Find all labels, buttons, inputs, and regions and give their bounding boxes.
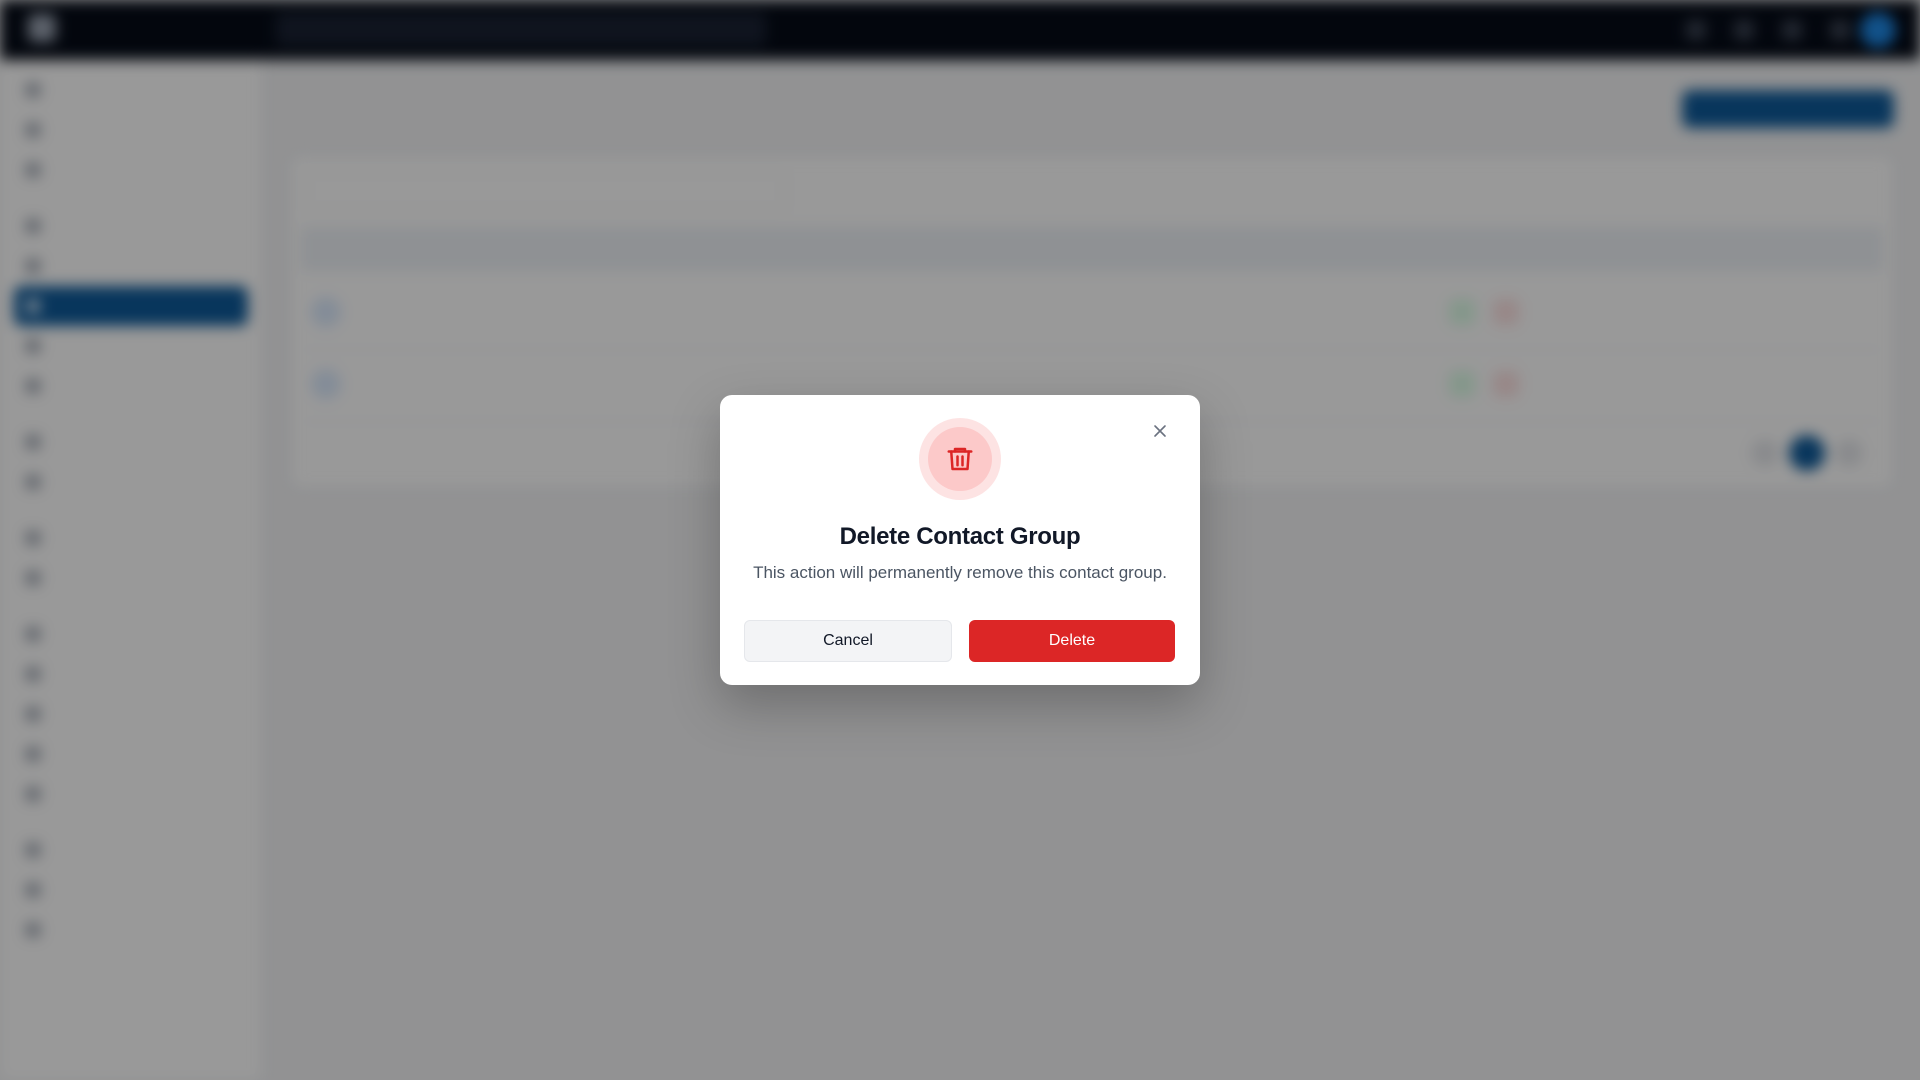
danger-icon-inner-circle xyxy=(928,427,992,491)
delete-confirm-dialog: Delete Contact Group This action will pe… xyxy=(720,395,1200,685)
dialog-title: Delete Contact Group xyxy=(839,523,1081,550)
trash-icon xyxy=(947,447,973,471)
delete-button[interactable]: Delete xyxy=(969,620,1175,662)
danger-icon-circle xyxy=(919,418,1001,500)
cancel-button[interactable]: Cancel xyxy=(744,620,952,662)
dialog-description: This action will permanently remove this… xyxy=(753,563,1167,582)
close-button[interactable] xyxy=(1146,417,1174,445)
close-icon xyxy=(1154,425,1166,437)
